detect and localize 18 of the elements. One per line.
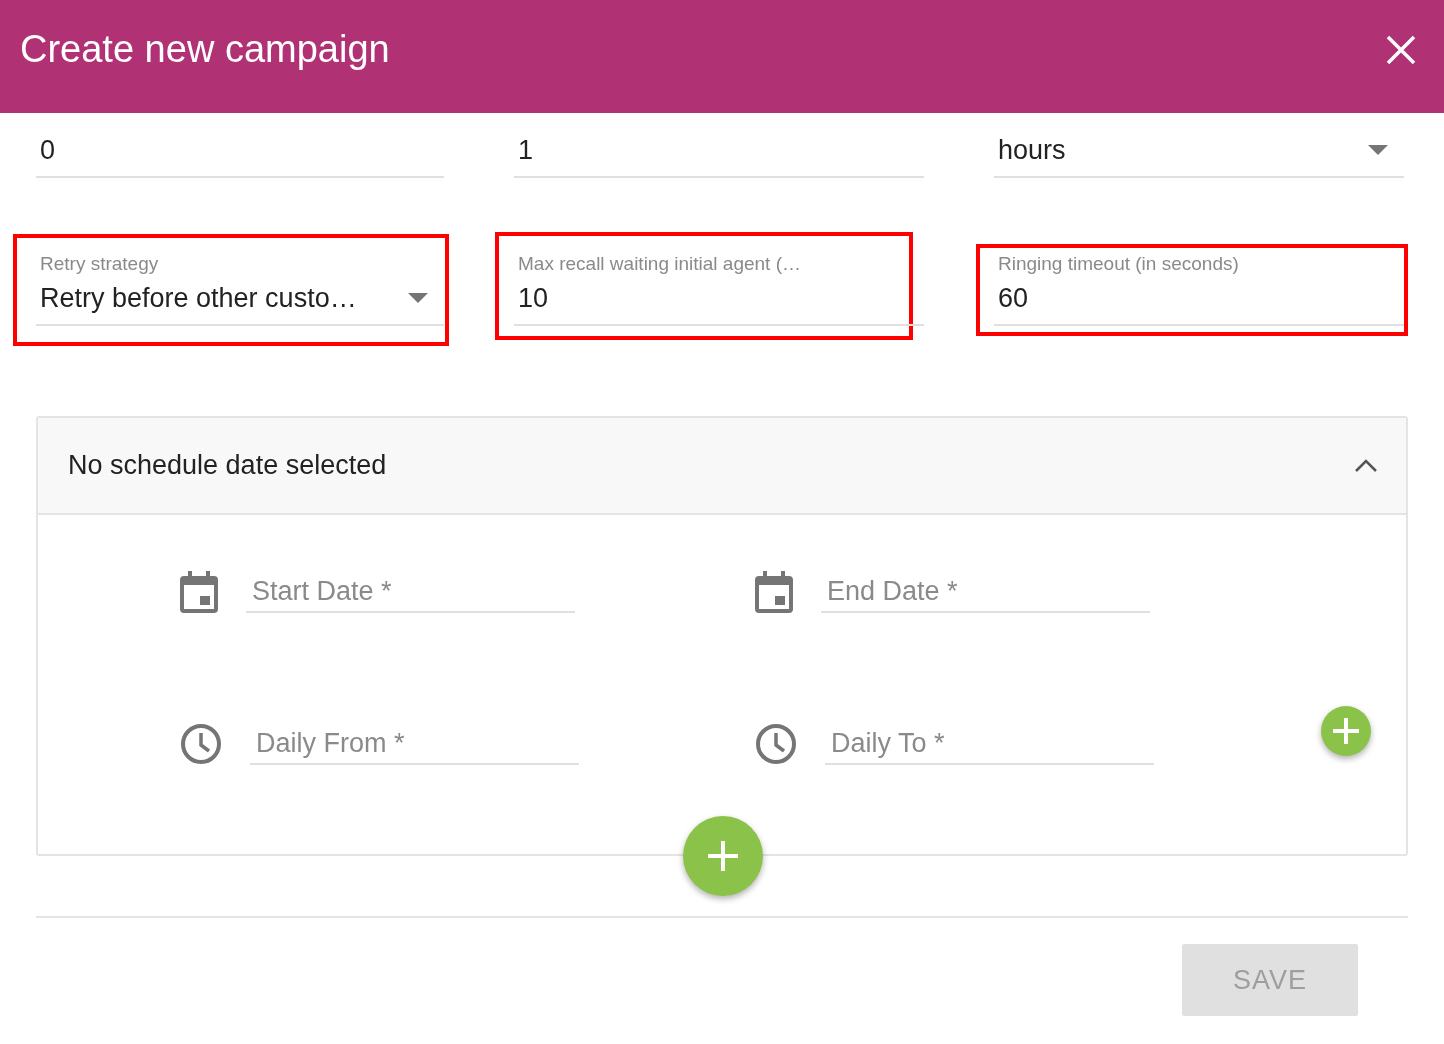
plus-icon: [1331, 716, 1361, 746]
input-field[interactable]: 1: [514, 130, 924, 178]
select-field[interactable]: hours: [994, 130, 1404, 178]
clock-icon: [180, 723, 222, 765]
close-icon[interactable]: [1386, 34, 1416, 65]
schedule-title: No schedule date selected: [68, 450, 387, 481]
caret-icon: [1368, 145, 1388, 155]
input-field[interactable]: Max recall waiting initial agent (… 10: [514, 252, 924, 326]
input-field[interactable]: Ringing timeout (in seconds) 60: [994, 252, 1404, 326]
chevron-up-icon[interactable]: [1354, 458, 1378, 473]
plus-icon: [708, 841, 738, 871]
select-field[interactable]: Retry strategy Retry before other custo…: [36, 252, 444, 326]
clock-icon: [755, 723, 797, 765]
calendar-icon: [180, 571, 218, 613]
caret-icon: [408, 293, 428, 303]
input-field[interactable]: 0: [36, 130, 444, 178]
calendar-icon: [755, 571, 793, 613]
dialog-title: Create new campaign: [20, 28, 390, 71]
